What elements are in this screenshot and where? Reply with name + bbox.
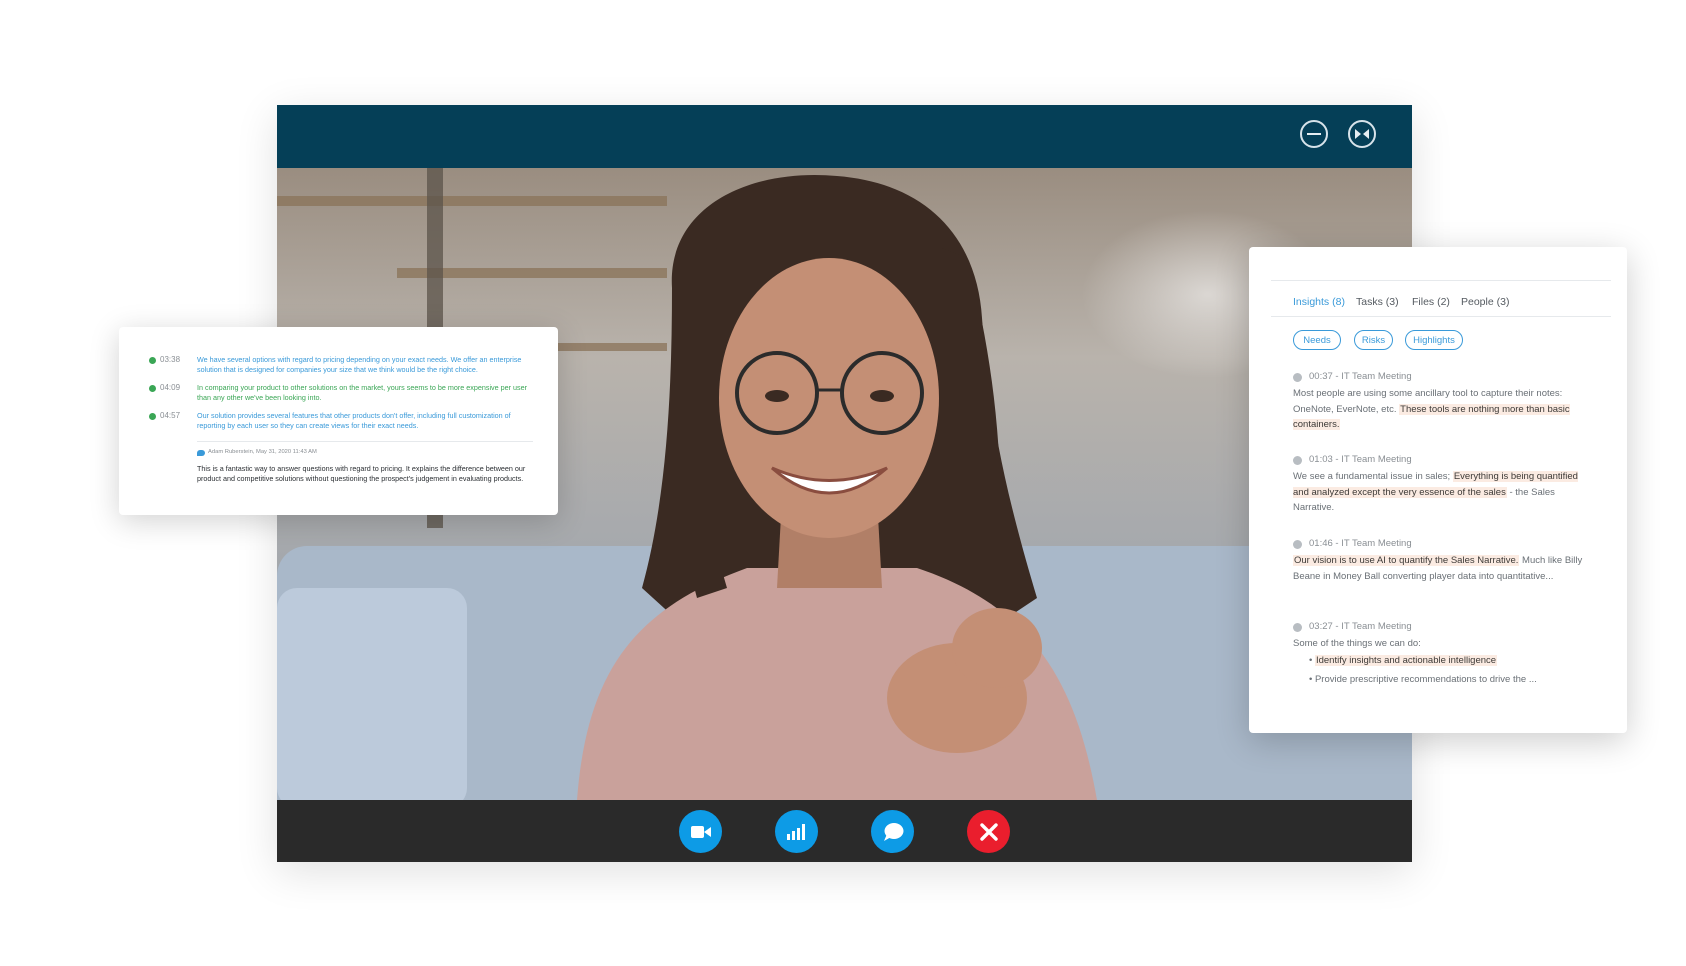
status-dot-icon [149, 385, 156, 392]
comment-author: Adam Ruberstein, May 31, 2020 11:43 AM [208, 449, 317, 455]
comment-text: This is a fantastic way to answer questi… [197, 464, 526, 483]
collapse-button[interactable] [1348, 120, 1376, 148]
chat-button[interactable] [871, 810, 914, 853]
insights-panel: Insights (8) Tasks (3) Files (2) People … [1249, 247, 1627, 733]
tab-files[interactable]: Files (2) [1412, 296, 1450, 308]
insight-text: Our vision is to use AI to quantify the … [1293, 553, 1583, 584]
insight-header: 01:46 - IT Team Meeting [1309, 538, 1412, 549]
video-camera-icon [690, 825, 711, 838]
call-control-bar [277, 800, 1412, 862]
divider [1271, 316, 1611, 317]
collapse-arrows-icon [1355, 129, 1369, 139]
tab-insights[interactable]: Insights (8) [1293, 296, 1345, 308]
status-dot-icon [1293, 623, 1302, 632]
tab-people[interactable]: People (3) [1461, 296, 1509, 308]
filter-risks[interactable]: Risks [1354, 330, 1393, 350]
camera-button[interactable] [679, 810, 722, 853]
insight-highlight: Our vision is to use AI to quantify the … [1293, 555, 1520, 566]
status-dot-icon [1293, 456, 1302, 465]
stats-button[interactable] [775, 810, 818, 853]
filter-needs[interactable]: Needs [1293, 330, 1341, 350]
comment-icon [197, 450, 205, 456]
close-x-icon [979, 822, 998, 841]
transcript-time: 04:09 [160, 383, 181, 392]
status-dot-icon [1293, 373, 1302, 382]
insight-text: We see a fundamental issue in sales; Eve… [1293, 469, 1583, 516]
status-dot-icon [149, 413, 156, 420]
divider [197, 441, 533, 442]
status-dot-icon [149, 357, 156, 364]
transcript-time: 03:38 [160, 355, 181, 364]
insight-bullet: • Identify insights and actionable intel… [1309, 655, 1498, 666]
insight-header: 00:37 - IT Team Meeting [1309, 371, 1412, 382]
insight-bullet: • Provide prescriptive recommendations t… [1309, 674, 1537, 685]
transcript-card: 03:38 We have several options with regar… [119, 327, 558, 515]
divider [1271, 280, 1611, 281]
bullet-text: Identify insights and actionable intelli… [1314, 655, 1498, 666]
filter-highlights[interactable]: Highlights [1405, 330, 1463, 350]
insight-header: 03:27 - IT Team Meeting [1309, 621, 1412, 632]
transcript-text: We have several options with regard to p… [197, 355, 522, 374]
transcript-text: Our solution provides several features t… [197, 411, 511, 430]
bullet-text: Provide prescriptive recommendations to … [1314, 674, 1537, 685]
transcript-text: In comparing your product to other solut… [197, 383, 527, 402]
chat-bubble-icon [883, 822, 903, 841]
transcript-time: 04:57 [160, 411, 181, 420]
insight-header: 01:03 - IT Team Meeting [1309, 454, 1412, 465]
tab-tasks[interactable]: Tasks (3) [1356, 296, 1399, 308]
status-dot-icon [1293, 540, 1302, 549]
insight-plain: We see a fundamental issue in sales; [1293, 471, 1453, 482]
insight-text: Most people are using some ancillary too… [1293, 386, 1583, 433]
bar-chart-icon [786, 823, 805, 840]
insight-text: Some of the things we can do: [1293, 638, 1421, 649]
minus-circle-icon [1307, 133, 1321, 135]
end-call-button[interactable] [967, 810, 1010, 853]
minimize-button[interactable] [1300, 120, 1328, 148]
title-bar [277, 105, 1412, 168]
